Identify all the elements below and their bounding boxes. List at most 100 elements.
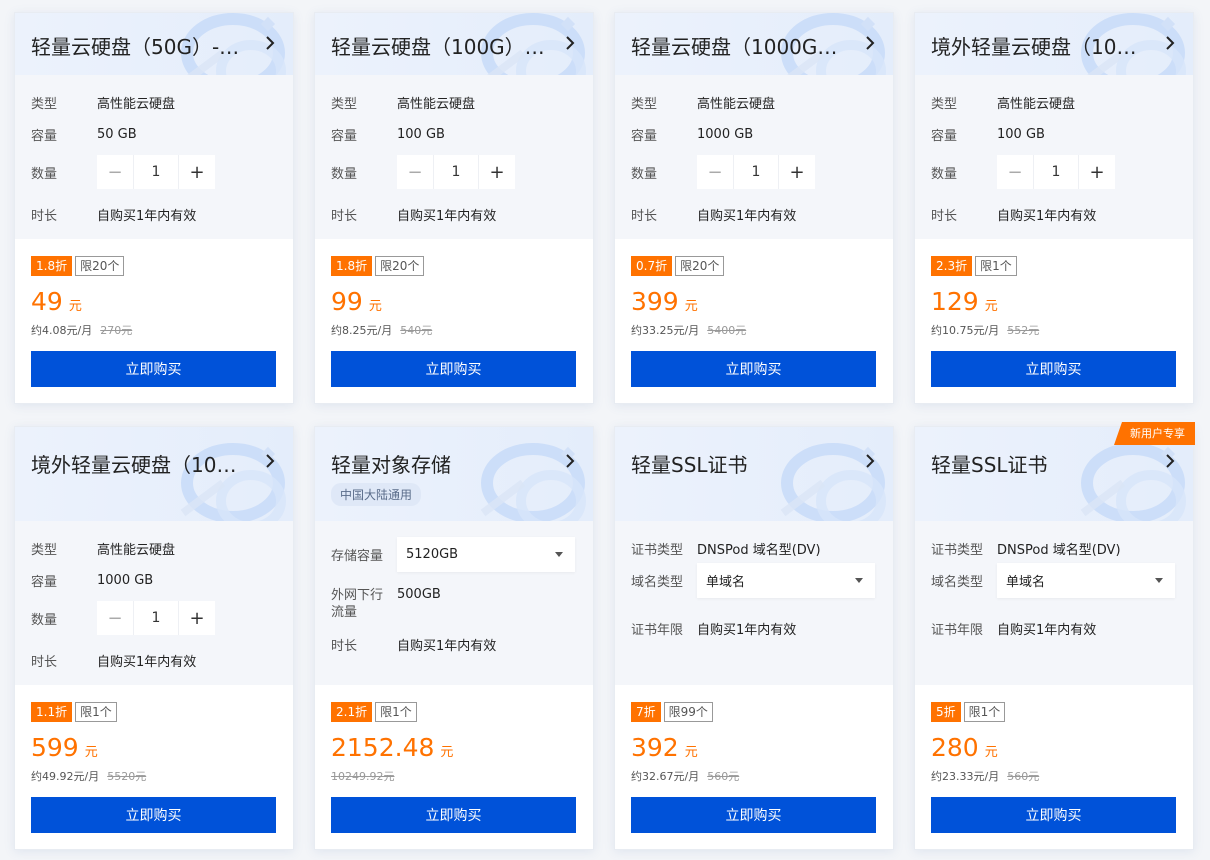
discount-badge: 2.1折 <box>331 702 373 722</box>
increment-button[interactable]: + <box>179 601 215 635</box>
quantity-stepper[interactable]: − 1 + <box>97 155 215 189</box>
buy-now-button[interactable]: 立即购买 <box>631 797 876 833</box>
decrement-button[interactable]: − <box>97 601 133 635</box>
buy-now-button[interactable]: 立即购买 <box>331 351 576 387</box>
original-price: 5520元 <box>107 770 147 783</box>
chevron-right-icon[interactable] <box>863 35 877 51</box>
quantity-value[interactable]: 1 <box>133 601 179 635</box>
storage-capacity-select[interactable]: 5120GB <box>397 537 575 572</box>
increment-button[interactable]: + <box>1079 155 1115 189</box>
buy-now-button[interactable]: 立即购买 <box>631 351 876 387</box>
original-price: 270元 <box>100 324 133 337</box>
chevron-right-icon[interactable] <box>263 35 277 51</box>
card-title[interactable]: 轻量云硬盘（100G）-Linux <box>331 31 546 60</box>
price-section: 2.1折 限1个 2152.48 元 10249.92元 立即购买 <box>315 685 593 849</box>
spec-value: DNSPod 域名型(DV) <box>997 543 1121 558</box>
price: 99 元 <box>331 287 382 316</box>
spec-panel: 证书类型 DNSPod 域名型(DV) 域名类型 单域名 证书年限 自购买1年内有效 <box>915 521 1193 685</box>
buy-now-button[interactable]: 立即购买 <box>31 351 276 387</box>
buy-now-button[interactable]: 立即购买 <box>931 797 1176 833</box>
spec-label: 类型 <box>931 97 958 112</box>
chevron-right-icon[interactable] <box>863 453 877 469</box>
increment-button[interactable]: + <box>779 155 815 189</box>
chevron-right-icon[interactable] <box>263 453 277 469</box>
spec-row-duration: 时长 自购买1年内有效 <box>931 205 1096 224</box>
monthly-price: 约32.67元/月 <box>631 770 700 783</box>
spec-value: 自购买1年内有效 <box>397 209 497 224</box>
price-value: 399 <box>631 287 679 316</box>
quantity-value[interactable]: 1 <box>433 155 479 189</box>
price-value: 599 <box>31 733 79 762</box>
card-header[interactable]: 轻量对象存储 中国大陆通用 <box>315 427 593 521</box>
price-section: 0.7折 限20个 399 元 约33.25元/月 5400元 立即购买 <box>615 239 893 403</box>
product-card: 境外轻量云硬盘（100G） 类型 高性能云硬盘 容量 100 GB 数量 − 1 +… <box>914 12 1194 404</box>
card-title[interactable]: 轻量云硬盘（50G）-Linux <box>31 31 246 60</box>
quantity-value[interactable]: 1 <box>733 155 779 189</box>
buy-now-button[interactable]: 立即购买 <box>931 351 1176 387</box>
chevron-right-icon[interactable] <box>1163 35 1177 51</box>
card-header[interactable]: 轻量云硬盘（100G）-Linux <box>315 13 593 75</box>
limit-badge: 限20个 <box>675 256 725 276</box>
spec-panel: 类型 高性能云硬盘 容量 100 GB 数量 − 1 + 时长 自购买1年内有效 <box>315 75 593 239</box>
chevron-right-icon[interactable] <box>563 453 577 469</box>
original-price: 5400元 <box>707 324 747 337</box>
card-title[interactable]: 轻量云硬盘（1000G）-Linux <box>631 31 846 60</box>
card-header[interactable]: 轻量云硬盘（50G）-Linux <box>15 13 293 75</box>
card-title[interactable]: 轻量SSL证书 <box>931 449 1146 478</box>
monthly-price: 约33.25元/月 <box>631 324 700 337</box>
spec-panel: 存储容量 5120GB 外网下行流量 500GB 时长 自购买1年内有效 <box>315 521 593 685</box>
limit-badge: 限99个 <box>663 702 713 722</box>
spec-value: 50 GB <box>97 127 137 142</box>
card-header[interactable]: 轻量SSL证书 <box>615 427 893 521</box>
spec-label: 证书类型 <box>931 543 984 558</box>
spec-value: 自购买1年内有效 <box>97 655 197 670</box>
spec-panel: 类型 高性能云硬盘 容量 100 GB 数量 − 1 + 时长 自购买1年内有效 <box>915 75 1193 239</box>
spec-row-type: 类型 高性能云硬盘 <box>331 93 475 112</box>
card-header[interactable]: 境外轻量云硬盘（100G） <box>915 13 1193 75</box>
price-unit: 元 <box>368 299 382 314</box>
decrement-button[interactable]: − <box>97 155 133 189</box>
decrement-button[interactable]: − <box>697 155 733 189</box>
spec-row-duration: 时长 自购买1年内有效 <box>31 651 196 670</box>
domain-type-select[interactable]: 单域名 <box>697 563 875 598</box>
card-title[interactable]: 境外轻量云硬盘（100G） <box>931 31 1146 60</box>
spec-panel: 类型 高性能云硬盘 容量 1000 GB 数量 − 1 + 时长 自购买1年内有效 <box>615 75 893 239</box>
price: 599 元 <box>31 733 98 762</box>
select-value: 5120GB <box>406 547 459 562</box>
card-title[interactable]: 境外轻量云硬盘（1000G） <box>31 449 246 478</box>
decrement-button[interactable]: − <box>997 155 1033 189</box>
spec-row-quantity: 数量 − 1 + <box>331 155 515 189</box>
spec-row-quantity: 数量 − 1 + <box>931 155 1115 189</box>
quantity-stepper[interactable]: − 1 + <box>397 155 515 189</box>
quantity-value[interactable]: 1 <box>1033 155 1079 189</box>
original-price: 540元 <box>400 324 433 337</box>
buy-now-button[interactable]: 立即购买 <box>331 797 576 833</box>
price-unit: 元 <box>684 299 698 314</box>
quantity-stepper[interactable]: − 1 + <box>697 155 815 189</box>
spec-label: 域名类型 <box>931 575 984 590</box>
spec-row-duration: 时长 自购买1年内有效 <box>331 205 496 224</box>
quantity-stepper[interactable]: − 1 + <box>97 601 215 635</box>
spec-label: 类型 <box>31 97 58 112</box>
spec-value: 高性能云硬盘 <box>97 97 176 112</box>
spec-row-cert-term: 证书年限 自购买1年内有效 <box>931 619 1096 638</box>
increment-button[interactable]: + <box>179 155 215 189</box>
chevron-right-icon[interactable] <box>563 35 577 51</box>
spec-row-duration: 时长 自购买1年内有效 <box>331 635 496 654</box>
buy-now-button[interactable]: 立即购买 <box>31 797 276 833</box>
spec-panel: 证书类型 DNSPod 域名型(DV) 域名类型 单域名 证书年限 自购买1年内有效 <box>615 521 893 685</box>
card-title[interactable]: 轻量SSL证书 <box>631 449 846 478</box>
card-header[interactable]: 境外轻量云硬盘（1000G） <box>15 427 293 521</box>
increment-button[interactable]: + <box>479 155 515 189</box>
spec-label: 类型 <box>31 543 58 558</box>
product-card: 轻量云硬盘（50G）-Linux 类型 高性能云硬盘 容量 50 GB 数量 − 1… <box>14 12 294 404</box>
card-header[interactable]: 轻量云硬盘（1000G）-Linux <box>615 13 893 75</box>
spec-label: 类型 <box>331 97 358 112</box>
decrement-button[interactable]: − <box>397 155 433 189</box>
chevron-right-icon[interactable] <box>1163 453 1177 469</box>
quantity-stepper[interactable]: − 1 + <box>997 155 1115 189</box>
quantity-value[interactable]: 1 <box>133 155 179 189</box>
domain-type-select[interactable]: 单域名 <box>997 563 1175 598</box>
card-title[interactable]: 轻量对象存储 <box>331 449 546 478</box>
monthly-price: 约23.33元/月 <box>931 770 1000 783</box>
